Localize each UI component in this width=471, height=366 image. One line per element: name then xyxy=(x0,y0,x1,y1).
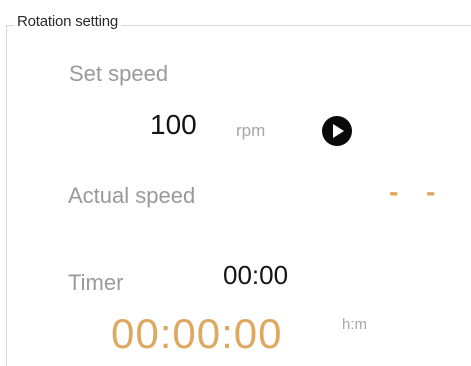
rpm-unit-label: rpm xyxy=(236,121,266,140)
actual-speed-value: - - xyxy=(389,176,446,207)
hm-unit-label: h:m xyxy=(342,316,368,333)
set-speed-label: Set speed xyxy=(69,61,169,86)
set-speed-value[interactable]: 100 xyxy=(150,109,197,141)
group-title: Rotation setting xyxy=(14,13,122,30)
timer-countdown: 00:00:00 xyxy=(111,310,283,357)
timer-label: Timer xyxy=(68,270,124,295)
timer-value[interactable]: 00:00 xyxy=(223,260,288,291)
play-icon[interactable] xyxy=(321,115,353,147)
play-circle-icon xyxy=(322,116,352,146)
actual-speed-label: Actual speed xyxy=(68,183,196,208)
